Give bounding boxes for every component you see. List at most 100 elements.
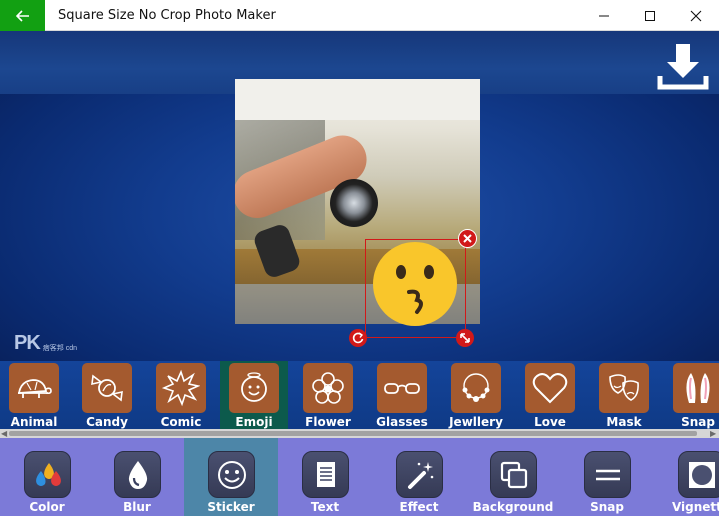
photo-lens [330, 179, 378, 227]
category-label: Candy [86, 415, 128, 429]
layers-icon [500, 461, 527, 488]
category-comic[interactable]: Comic [147, 361, 215, 429]
tool-bar: Color Blur Sticker Text Effect Backgroun… [0, 438, 719, 516]
close-icon [690, 10, 702, 21]
category-tile [82, 363, 132, 413]
download-icon [657, 44, 709, 90]
sticker-category-strip: Animal Candy Comic Emoji Flower Glasses [0, 361, 719, 429]
category-label: Emoji [235, 415, 273, 429]
category-animal[interactable]: Animal [0, 361, 68, 429]
sticker-resize-handle[interactable] [456, 329, 474, 347]
close-button[interactable] [673, 0, 719, 31]
tool-label: Sticker [207, 500, 255, 514]
category-snap[interactable]: Snap [664, 361, 719, 429]
scrollbar-thumb[interactable] [9, 431, 697, 436]
category-tile [451, 363, 501, 413]
tool-label: Effect [399, 500, 439, 514]
category-tile [673, 363, 719, 413]
category-label: Snap [681, 415, 715, 429]
tool-label: Color [29, 500, 65, 514]
candy-icon [91, 374, 123, 402]
necklace-icon [462, 373, 490, 402]
vignette-icon [688, 461, 715, 488]
document-icon [316, 461, 335, 487]
category-tile [9, 363, 59, 413]
tool-snap[interactable]: Snap [560, 438, 654, 516]
tool-text[interactable]: Text [278, 438, 372, 516]
category-scrollbar[interactable]: ◀ ▶ [0, 429, 719, 438]
minimize-icon [599, 15, 609, 16]
tool-background[interactable]: Background [466, 438, 560, 516]
smiley-icon [241, 372, 267, 402]
app-title: Square Size No Crop Photo Maker [58, 8, 276, 23]
tool-tile [584, 451, 631, 498]
burst-icon [162, 369, 200, 407]
category-label: Glasses [376, 415, 428, 429]
category-label: Love [534, 415, 566, 429]
category-tile [156, 363, 206, 413]
category-candy[interactable]: Candy [73, 361, 141, 429]
sticker-rotate-handle[interactable] [349, 329, 367, 347]
tool-tile [208, 451, 255, 498]
scroll-left-arrow[interactable]: ◀ [1, 429, 7, 438]
tool-label: Snap [590, 500, 624, 514]
tool-tile [302, 451, 349, 498]
tool-tile [114, 451, 161, 498]
glasses-icon [384, 383, 420, 394]
download-button[interactable] [657, 40, 709, 92]
watermark-logo: PK [14, 332, 41, 354]
sticker-delete-button[interactable] [458, 229, 477, 248]
category-jewllery[interactable]: Jewllery [442, 361, 510, 429]
category-label: Comic [160, 415, 202, 429]
flower-icon [312, 372, 344, 404]
category-glasses[interactable]: Glasses [368, 361, 436, 429]
minimize-button[interactable] [581, 0, 627, 31]
tool-sticker[interactable]: Sticker [184, 438, 278, 516]
bunny-ears-icon [686, 373, 710, 403]
tool-tile [396, 451, 443, 498]
title-bar: Square Size No Crop Photo Maker [0, 0, 719, 31]
heart-icon [532, 373, 568, 404]
category-tile [377, 363, 427, 413]
drop-icon [128, 460, 147, 489]
arrow-left-icon [15, 9, 29, 22]
delete-icon [463, 234, 472, 243]
tool-blur[interactable]: Blur [90, 438, 184, 516]
category-emoji[interactable]: Emoji [220, 361, 288, 429]
tool-tile [490, 451, 537, 498]
category-label: Jewllery [449, 415, 503, 429]
category-tile [229, 363, 279, 413]
tool-tile [678, 451, 719, 498]
color-drops-icon [35, 462, 61, 486]
maximize-button[interactable] [627, 0, 673, 31]
tool-tile [24, 451, 71, 498]
tool-vignette[interactable]: Vignette [654, 438, 719, 516]
watermark: PK 痞客邦 cdn [14, 333, 77, 353]
back-button[interactable] [0, 0, 45, 31]
smiley-icon [217, 460, 246, 489]
category-label: Mask [606, 415, 642, 429]
tool-label: Text [310, 500, 340, 514]
scroll-right-arrow[interactable]: ▶ [710, 429, 716, 438]
kissing-face-sticker[interactable] [371, 240, 459, 328]
tool-label: Background [472, 500, 554, 514]
category-tile [599, 363, 649, 413]
tool-color[interactable]: Color [0, 438, 94, 516]
turtle-icon [17, 379, 52, 398]
theater-mask-icon [609, 374, 639, 401]
photo-padding [235, 79, 480, 120]
category-love[interactable]: Love [516, 361, 584, 429]
rotate-icon [352, 332, 364, 344]
watermark-text: 痞客邦 cdn [42, 345, 78, 352]
category-mask[interactable]: Mask [590, 361, 658, 429]
equals-icon [595, 469, 620, 480]
tool-effect[interactable]: Effect [372, 438, 466, 516]
category-tile [525, 363, 575, 413]
tool-label: Vignette [671, 500, 719, 514]
category-flower[interactable]: Flower [294, 361, 362, 429]
category-tile [303, 363, 353, 413]
magic-wand-icon [407, 461, 433, 489]
tool-label: Blur [123, 500, 151, 514]
resize-icon [460, 333, 470, 343]
maximize-icon [645, 10, 655, 21]
